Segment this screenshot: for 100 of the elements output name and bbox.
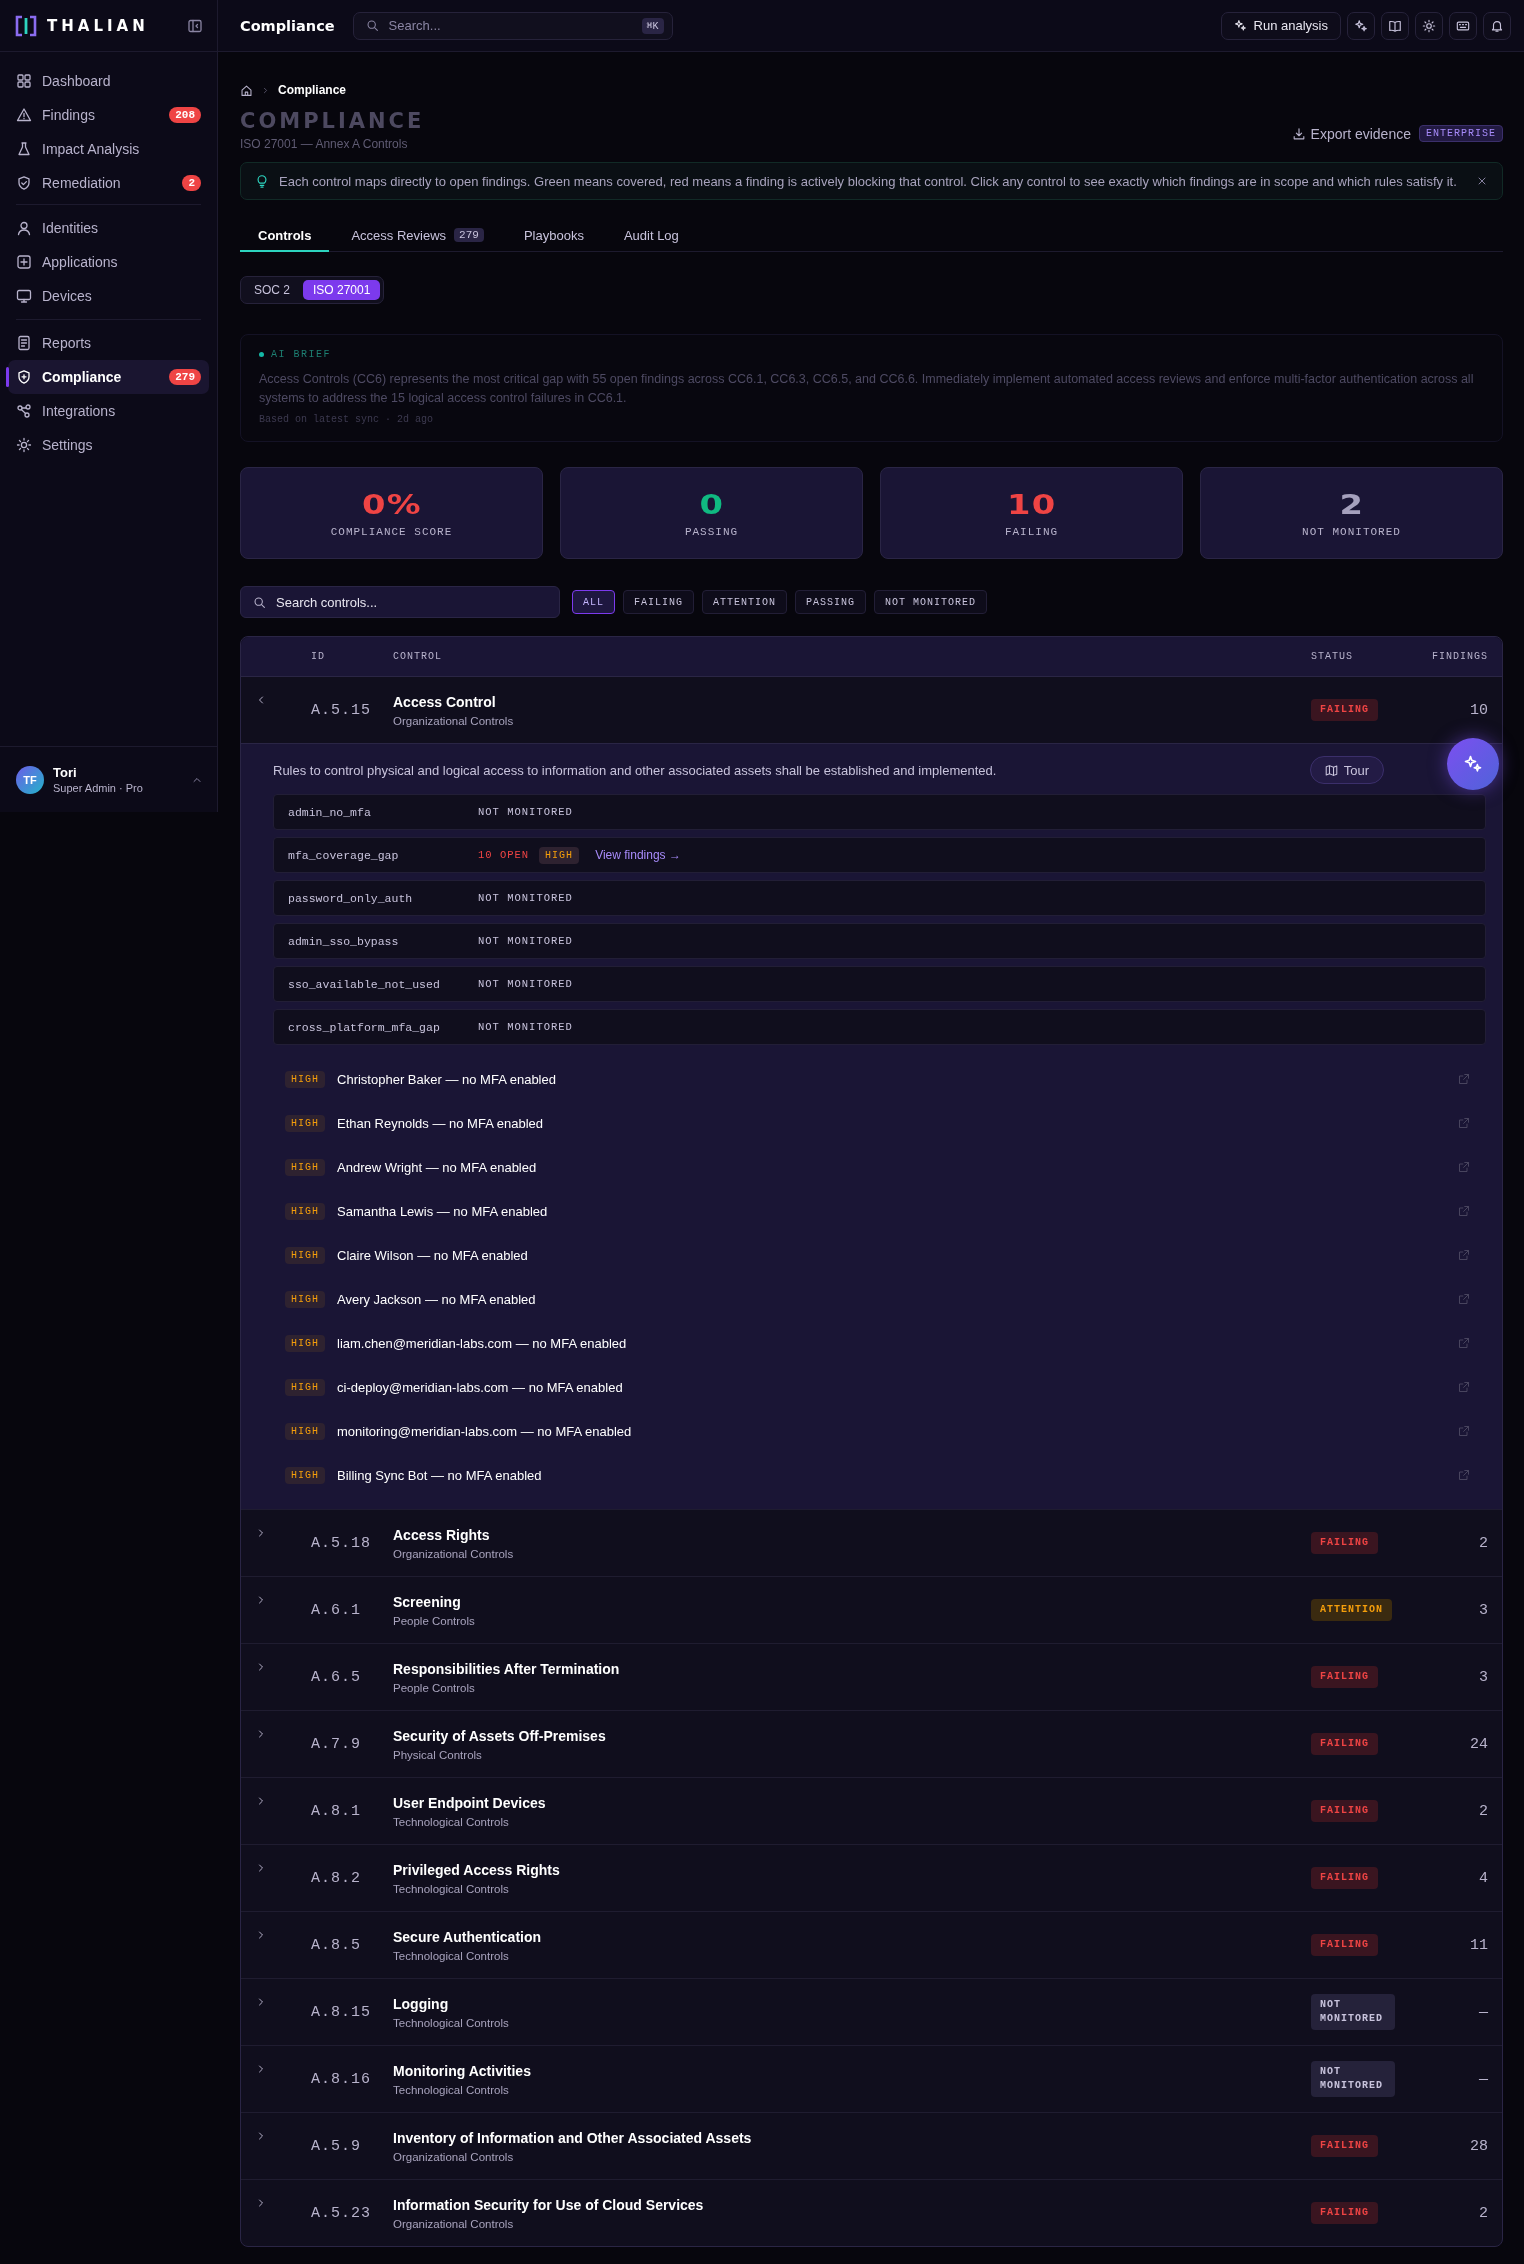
- tab[interactable]: Audit Log: [605, 220, 697, 252]
- severity-badge: HIGH: [285, 1246, 325, 1264]
- control-id: A.5.23: [311, 2204, 372, 2222]
- download-icon: [1291, 126, 1306, 141]
- rule-status: NOT MONITORED: [478, 806, 573, 818]
- severity-badge: HIGH: [285, 1158, 325, 1176]
- lightbulb-icon: [255, 174, 269, 188]
- control-row[interactable]: A.6.1 Screening People Controls ATTENTION 3: [241, 1576, 1502, 1643]
- search-field[interactable]: Search controls...: [240, 586, 560, 618]
- framework-option[interactable]: SOC 2: [244, 280, 300, 300]
- sidebar-toggle-button[interactable]: [187, 17, 203, 34]
- control-category: People Controls: [393, 1681, 476, 1694]
- control-row[interactable]: A.8.5 Secure Authentication Technological Controls FAILING 11: [241, 1911, 1502, 1978]
- filter-chip[interactable]: NOT MONITORED: [874, 590, 988, 614]
- keyboard-button[interactable]: [1449, 11, 1477, 40]
- monitor-icon: [16, 288, 32, 304]
- control-row[interactable]: A.5.9 Inventory of Information and Other Associated Assets Organizational Controls FAILING 28: [241, 2112, 1502, 2179]
- control-name: Responsibilities After Termination: [393, 1660, 621, 1677]
- ai-assistant-button[interactable]: [1447, 738, 1499, 790]
- control-id: A.5.15: [311, 701, 372, 719]
- theme-button[interactable]: [1415, 11, 1443, 40]
- nav-item[interactable]: Compliance 279: [8, 360, 209, 394]
- control-row[interactable]: A.7.9 Security of Assets Off-Premises Physical Controls FAILING 24: [241, 1710, 1502, 1777]
- export-evidence-button[interactable]: Export evidence: [1291, 125, 1411, 142]
- control-row[interactable]: A.6.5 Responsibilities After Termination People Controls FAILING 3: [241, 1643, 1502, 1710]
- external-link-icon: [1458, 1469, 1470, 1481]
- stat-value: 0%: [361, 488, 422, 520]
- nav-item[interactable]: Identities: [8, 211, 209, 245]
- stat-value: 2: [1339, 488, 1364, 520]
- notifications-button[interactable]: [1483, 11, 1511, 40]
- control-id: A.8.2: [311, 1869, 362, 1887]
- control-row[interactable]: A.8.16 Monitoring Activities Technological Controls NOT MONITORED —: [241, 2045, 1502, 2112]
- search-input[interactable]: Search controls...: [274, 593, 547, 611]
- control-id: A.8.16: [311, 2070, 372, 2088]
- filter-chip[interactable]: ALL: [572, 590, 615, 614]
- count-badge: 279: [454, 228, 484, 242]
- chevron-icon: [261, 85, 270, 95]
- settings-icon: [16, 437, 32, 453]
- finding-text: Avery Jackson — no MFA enabled: [337, 1291, 536, 1307]
- finding-text: monitoring@meridian-labs.com — no MFA enabled: [337, 1423, 632, 1439]
- external-link-icon: [1458, 1293, 1470, 1305]
- view-findings-link[interactable]: View findings →: [595, 848, 681, 862]
- nav-item[interactable]: Applications: [8, 245, 209, 279]
- nav-item[interactable]: Dashboard: [8, 64, 209, 98]
- nav-item[interactable]: Devices: [8, 279, 209, 313]
- run-analysis-button[interactable]: Run analysis: [1220, 11, 1341, 40]
- severity-badge: HIGH: [285, 1378, 325, 1396]
- status-badge: FAILING: [1311, 2135, 1378, 2157]
- severity-badge: HIGH: [285, 1290, 325, 1308]
- control-row[interactable]: A.5.18 Access Rights Organizational Controls FAILING 2: [241, 1509, 1502, 1576]
- filter-chip[interactable]: PASSING: [795, 590, 867, 614]
- stat-label: COMPLIANCE SCORE: [330, 525, 453, 538]
- nav-item[interactable]: Settings: [8, 428, 209, 462]
- sparkle-button[interactable]: [1347, 11, 1375, 40]
- rule-status: NOT MONITORED: [478, 978, 573, 990]
- control-row[interactable]: A.8.1 User Endpoint Devices Technological Controls FAILING 2: [241, 1777, 1502, 1844]
- nav-item[interactable]: Findings 208: [8, 98, 209, 132]
- control-description: Rules to control physical and logical access to information and other associated assets shall be established and implemented.: [273, 762, 997, 780]
- nav-item[interactable]: Impact Analysis: [8, 132, 209, 166]
- breadcrumb-item[interactable]: Compliance: [278, 83, 346, 97]
- book-button[interactable]: [1381, 11, 1409, 40]
- search-field[interactable]: Search... ⌘K: [352, 11, 673, 40]
- nav-item[interactable]: Integrations: [8, 394, 209, 428]
- shield-icon: [16, 369, 32, 385]
- stat-label: NOT MONITORED: [1302, 525, 1401, 538]
- column-header: CONTROL: [393, 651, 443, 662]
- book-icon: [1388, 18, 1402, 33]
- findings-count: —: [1478, 2070, 1489, 2088]
- control-row[interactable]: A.8.15 Logging Technological Controls NOT MONITORED —: [241, 1978, 1502, 2045]
- nav-item[interactable]: Remediation 2: [8, 166, 209, 200]
- tab[interactable]: Access Reviews 279: [333, 220, 502, 252]
- document-icon: [16, 335, 32, 351]
- control-category: Technological Controls: [393, 1882, 510, 1895]
- finding-text: Andrew Wright — no MFA enabled: [337, 1159, 537, 1175]
- filter-chip[interactable]: FAILING: [623, 590, 695, 614]
- tour-button[interactable]: Tour: [1309, 756, 1384, 784]
- rule-name: cross_platform_mfa_gap: [288, 1020, 441, 1034]
- close-button[interactable]: [1476, 175, 1488, 187]
- rule-name: sso_available_not_used: [288, 977, 441, 991]
- tab[interactable]: Playbooks: [505, 220, 602, 252]
- column-header: FINDINGS: [1431, 651, 1489, 662]
- user-role: Super Admin · Pro: [53, 782, 143, 794]
- panel-icon: [187, 17, 203, 34]
- finding-text: Ethan Reynolds — no MFA enabled: [337, 1115, 543, 1131]
- framework-option[interactable]: ISO 27001: [303, 280, 381, 300]
- control-row[interactable]: A.5.23 Information Security for Use of Cloud Services Organizational Controls FAILING 2: [241, 2179, 1502, 2246]
- search-input[interactable]: Search...: [386, 17, 634, 34]
- nav-item[interactable]: Reports: [8, 326, 209, 360]
- close-icon: [1476, 175, 1488, 187]
- status-badge: FAILING: [1311, 699, 1378, 721]
- nodes-icon: [16, 403, 32, 419]
- map-icon: [1324, 763, 1338, 777]
- filter-chip[interactable]: ATTENTION: [702, 590, 788, 614]
- sparkle-icon: [1463, 754, 1483, 774]
- control-row[interactable]: A.5.15 Access Control Organizational Controls FAILING 10: [241, 677, 1502, 743]
- search-icon: [253, 595, 266, 609]
- control-row[interactable]: A.8.2 Privileged Access Rights Technological Controls FAILING 4: [241, 1844, 1502, 1911]
- tab[interactable]: Controls: [240, 220, 330, 252]
- sparkle-icon: [1354, 18, 1368, 33]
- severity-badge: HIGH: [285, 1466, 325, 1484]
